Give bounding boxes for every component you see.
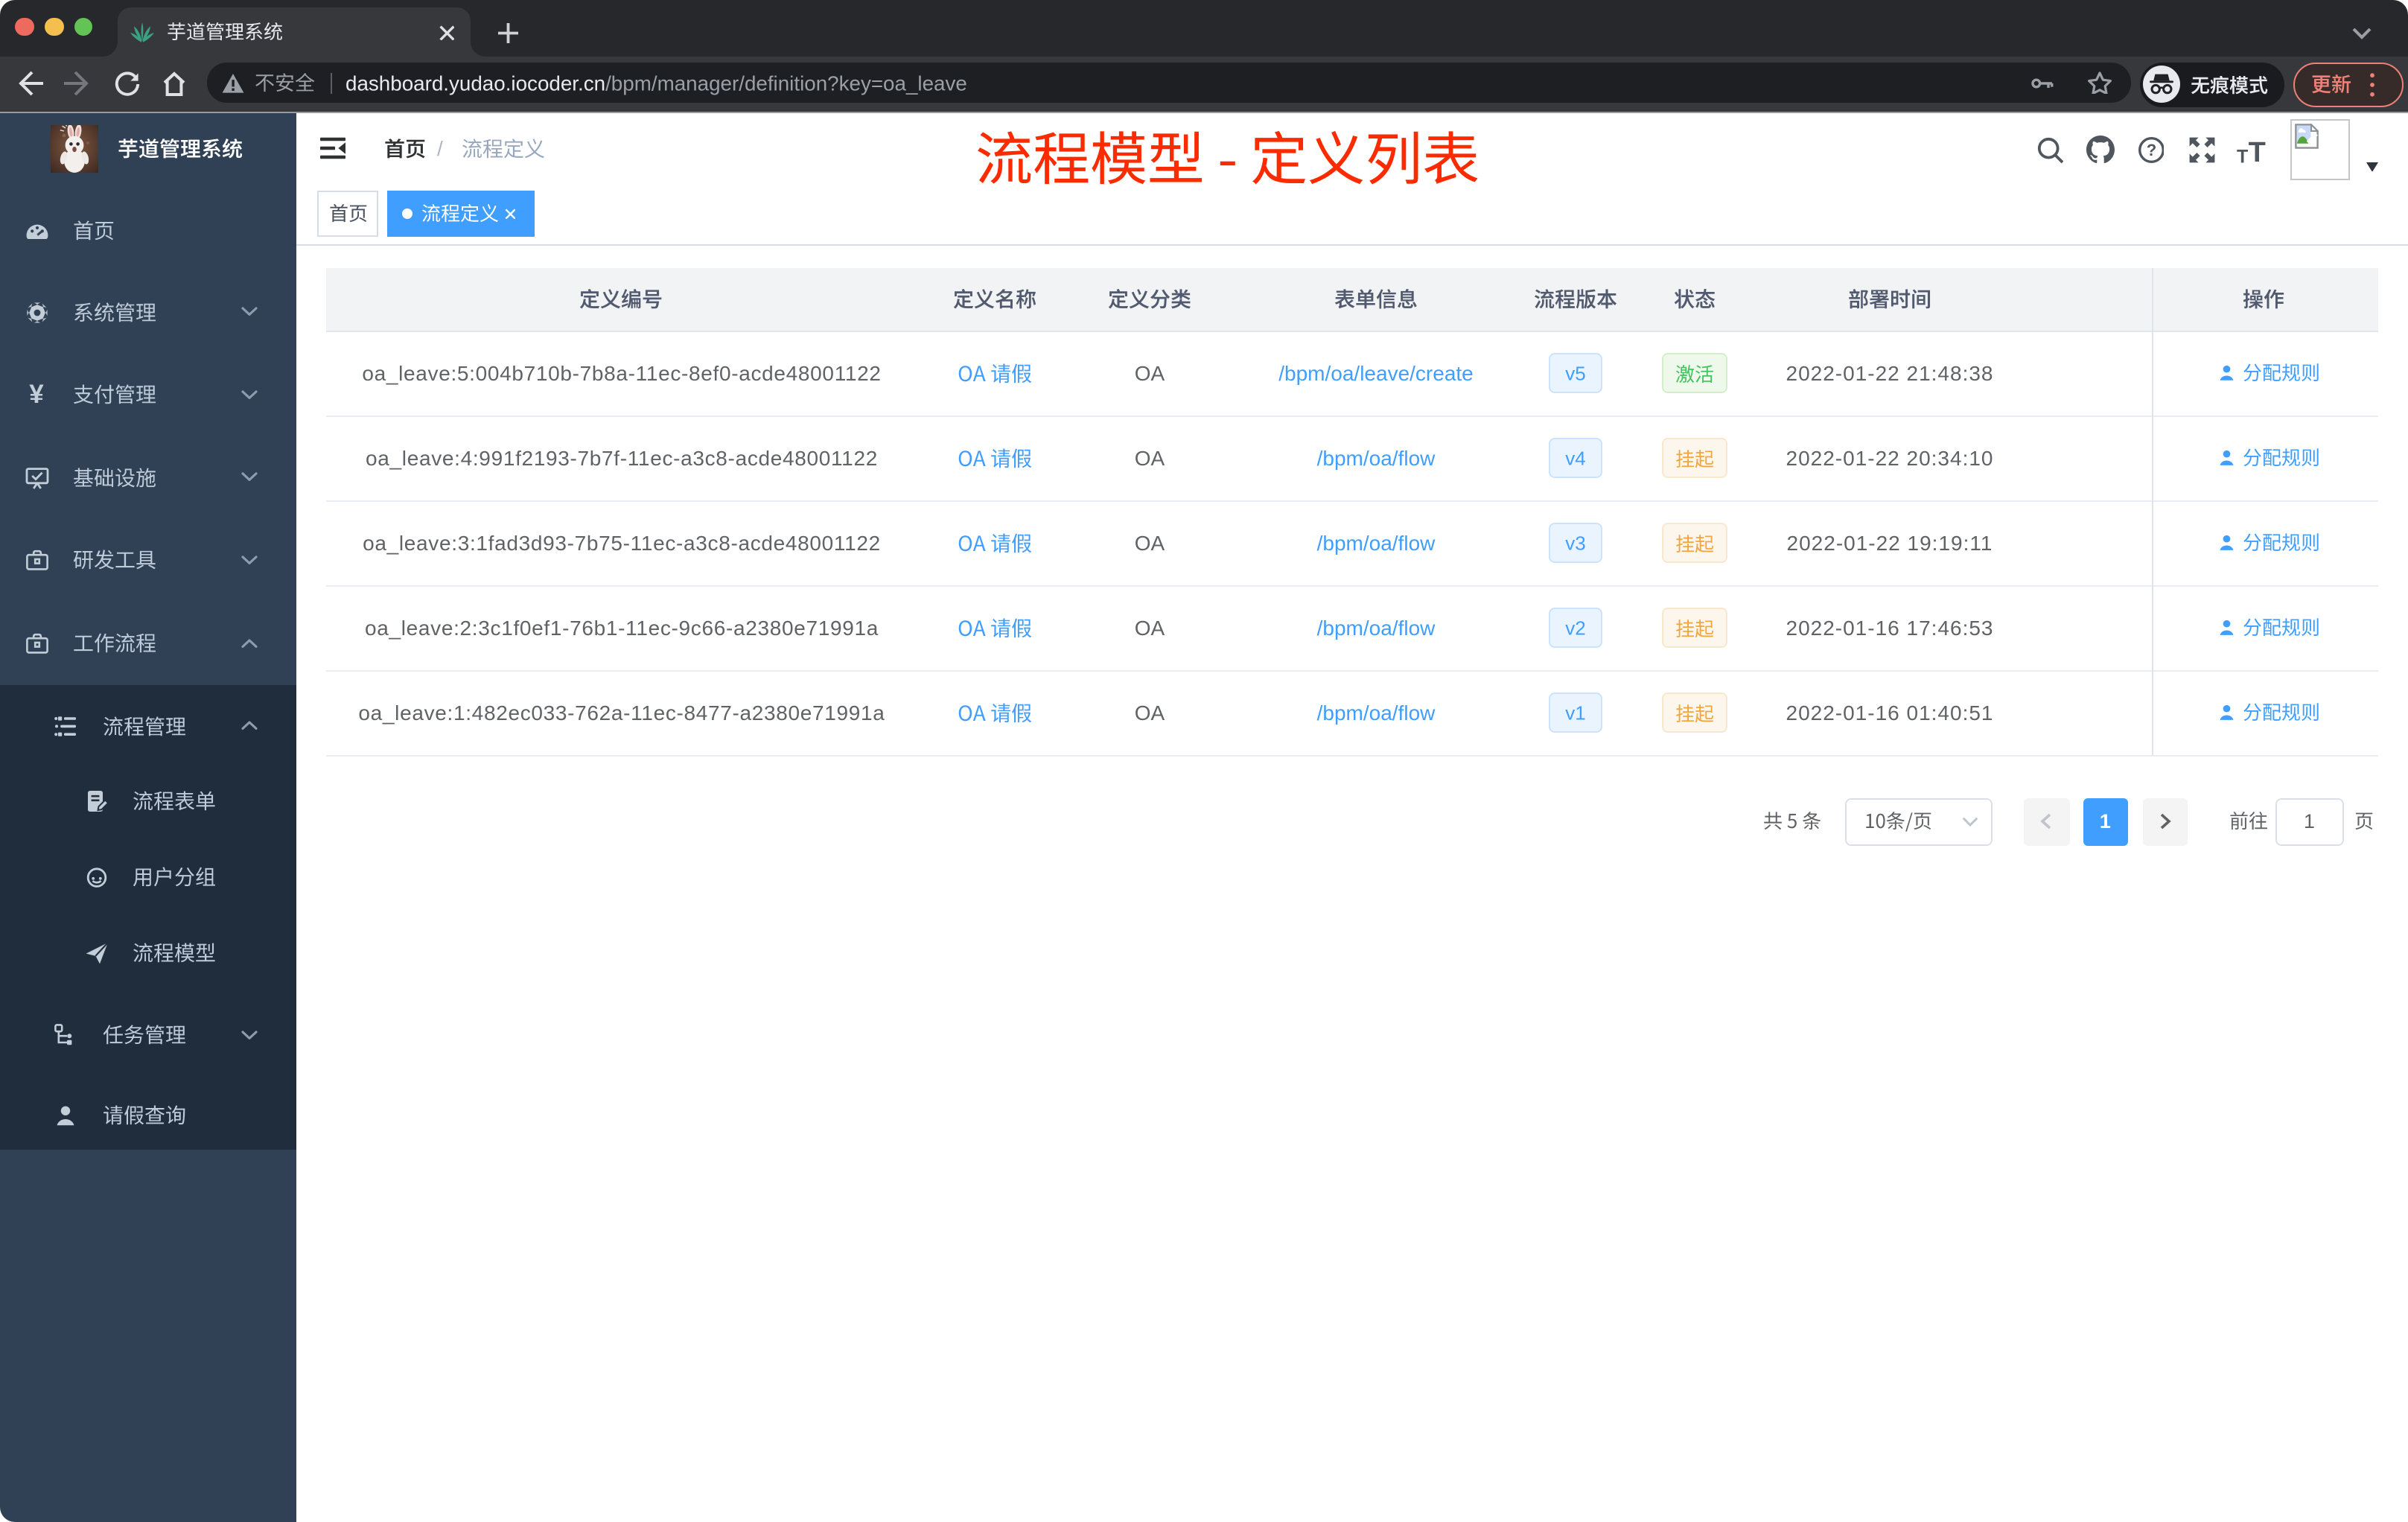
svg-text:T: T [2237,146,2248,163]
svg-text:T: T [2249,137,2266,163]
svg-text:?: ? [2146,141,2156,159]
